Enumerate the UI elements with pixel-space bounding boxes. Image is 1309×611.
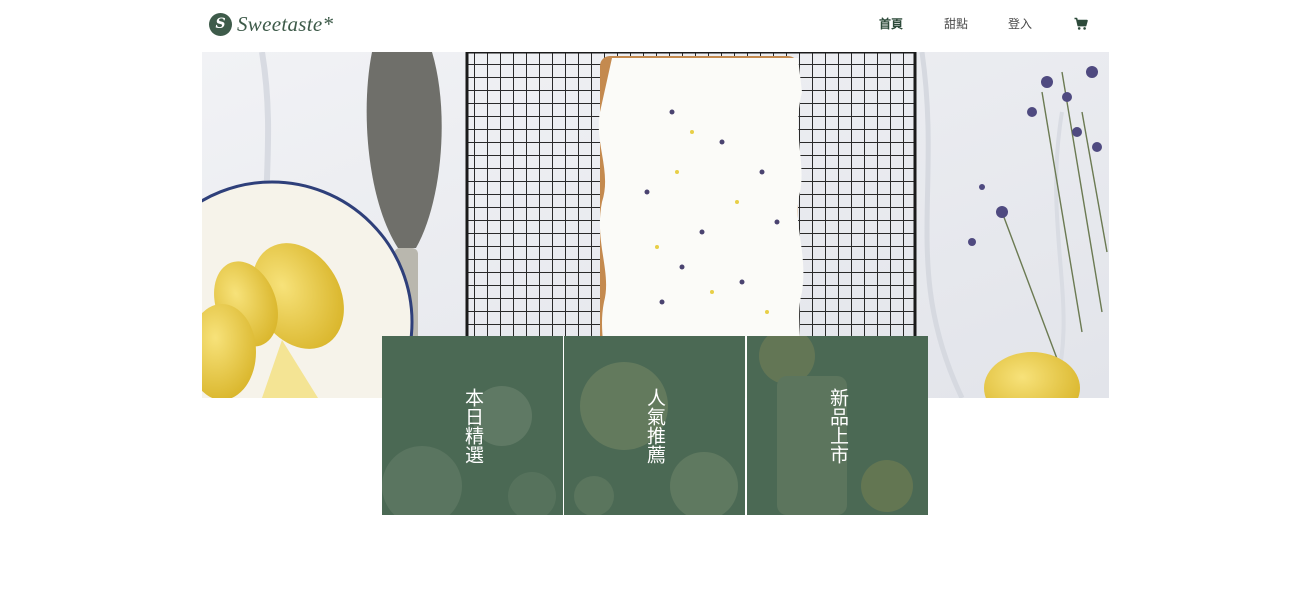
category-tile-new-arrivals[interactable]: 新品上市 (747, 336, 928, 515)
category-tiles: 本日精選 人氣推薦 新品上市 (382, 336, 928, 515)
tile-label: 人氣推薦 (644, 387, 666, 464)
nav-item-login[interactable]: 登入 (1008, 15, 1032, 33)
nav-item-desserts[interactable]: 甜點 (944, 15, 968, 33)
logo-mark-icon: S (209, 12, 232, 36)
tile-label: 新品上市 (827, 387, 849, 464)
page: S Sweetaste* 首頁 甜點 登入 本日精選 人氣推薦 新品上市 (0, 0, 1309, 611)
brand-logo[interactable]: S Sweetaste* (209, 12, 333, 36)
site-header: S Sweetaste* 首頁 甜點 登入 (202, 0, 1109, 52)
tile-label: 本日精選 (462, 387, 484, 464)
nav-item-home[interactable]: 首頁 (879, 15, 903, 33)
brand-name: Sweetaste* (237, 11, 334, 36)
category-tile-popular[interactable]: 人氣推薦 (564, 336, 745, 515)
shopping-cart-icon[interactable] (1074, 15, 1088, 33)
category-tile-daily-picks[interactable]: 本日精選 (382, 336, 563, 515)
